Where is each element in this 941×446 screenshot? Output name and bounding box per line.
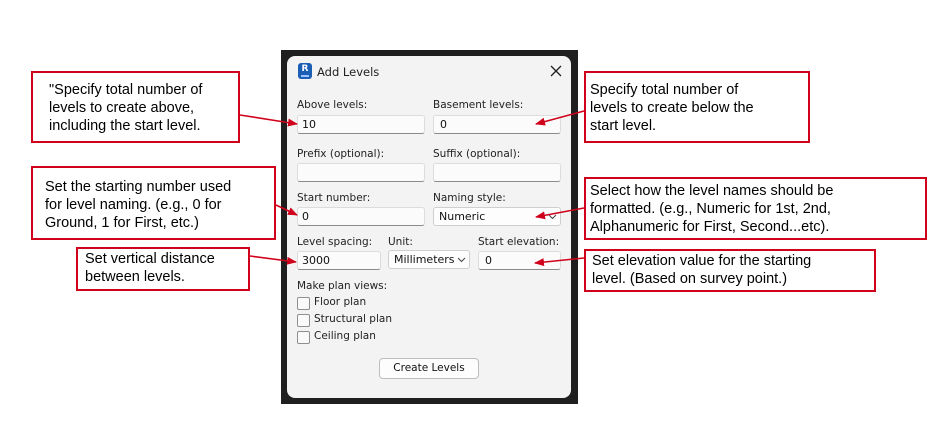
arrow-naming-style (535, 207, 585, 220)
arrow-start-number (275, 204, 298, 216)
arrow-start-elevation (534, 257, 585, 267)
arrow-basement-levels (535, 110, 585, 126)
arrow-level-spacing (249, 255, 297, 265)
annotation-arrows (239, 110, 585, 267)
arrow-above-levels (239, 114, 298, 127)
